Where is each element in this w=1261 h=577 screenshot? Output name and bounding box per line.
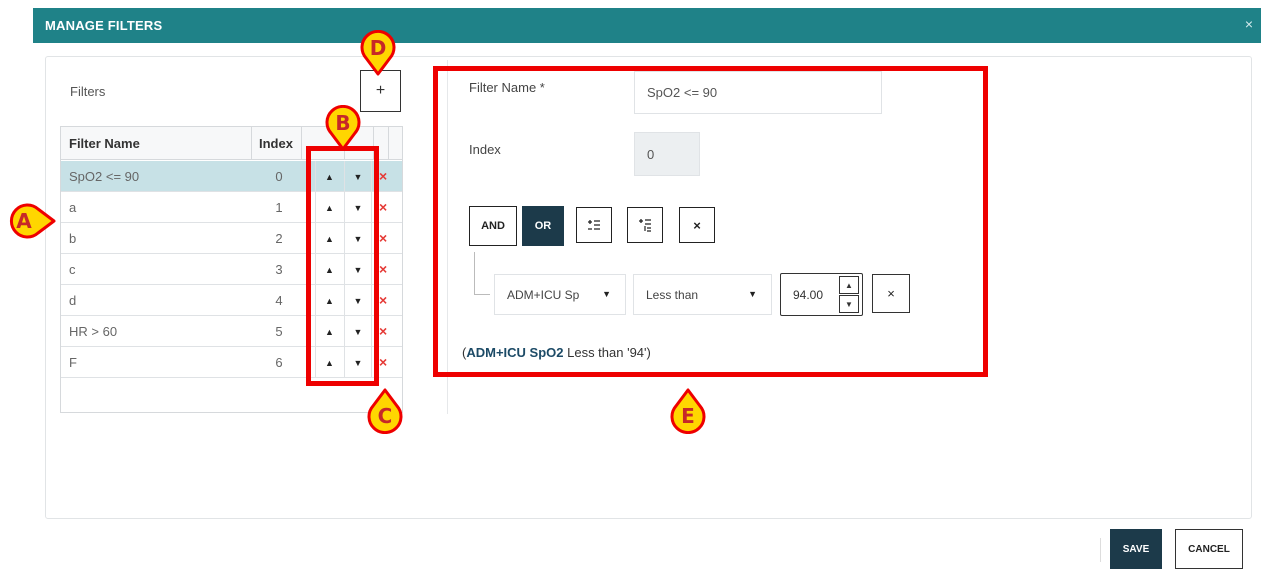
- index-cell: 4: [275, 293, 283, 308]
- column-divider: [251, 127, 252, 160]
- filter-name-cell: b: [69, 231, 77, 246]
- delete-filter-icon[interactable]: ×: [379, 230, 387, 246]
- filter-name-cell: F: [69, 355, 77, 370]
- annotation-marker-c: C: [365, 388, 405, 435]
- delete-filter-icon[interactable]: ×: [379, 323, 387, 339]
- delete-filter-icon[interactable]: ×: [379, 199, 387, 215]
- filter-name-cell: c: [69, 262, 76, 277]
- footer-divider: [1100, 538, 1101, 562]
- delete-filter-icon[interactable]: ×: [379, 292, 387, 308]
- manage-filters-screen: MANAGE FILTERS × Filters + Filter Name I…: [0, 0, 1261, 577]
- annotation-letter: C: [377, 404, 393, 428]
- dialog-title: MANAGE FILTERS: [45, 18, 163, 33]
- annotation-letter: E: [681, 404, 695, 428]
- filter-name-cell: d: [69, 293, 77, 308]
- index-cell: 6: [275, 355, 283, 370]
- annotation-letter: A: [16, 209, 32, 233]
- dialog-header: MANAGE FILTERS ×: [33, 8, 1261, 43]
- column-divider: [301, 127, 302, 160]
- index-cell: 3: [275, 262, 283, 277]
- highlight-box-reorder: [306, 146, 379, 386]
- filter-name-cell: a: [69, 200, 77, 215]
- annotation-marker-a: A: [4, 200, 56, 242]
- column-divider: [388, 127, 389, 160]
- delete-filter-icon[interactable]: ×: [379, 354, 387, 370]
- column-header-index[interactable]: Index: [259, 127, 293, 160]
- close-icon[interactable]: ×: [1245, 16, 1253, 32]
- filters-label: Filters: [70, 84, 106, 99]
- column-header-filter-name[interactable]: Filter Name: [69, 127, 140, 160]
- filter-name-cell: HR > 60: [69, 324, 118, 339]
- index-cell: 2: [275, 231, 283, 246]
- index-cell: 5: [275, 324, 283, 339]
- annotation-marker-d: D: [358, 29, 398, 76]
- highlight-box-editor: [433, 66, 988, 377]
- annotation-marker-e: E: [668, 388, 708, 435]
- index-cell: 0: [275, 169, 283, 184]
- annotation-marker-b: B: [323, 104, 363, 151]
- delete-filter-icon[interactable]: ×: [379, 168, 387, 184]
- filter-name-cell: SpO2 <= 90: [69, 169, 140, 184]
- delete-filter-icon[interactable]: ×: [379, 261, 387, 277]
- add-filter-button[interactable]: +: [360, 70, 401, 112]
- cancel-button[interactable]: CANCEL: [1175, 529, 1243, 569]
- save-button[interactable]: SAVE: [1110, 529, 1162, 569]
- annotation-letter: D: [369, 36, 387, 60]
- annotation-letter: B: [335, 111, 351, 135]
- index-cell: 1: [275, 200, 283, 215]
